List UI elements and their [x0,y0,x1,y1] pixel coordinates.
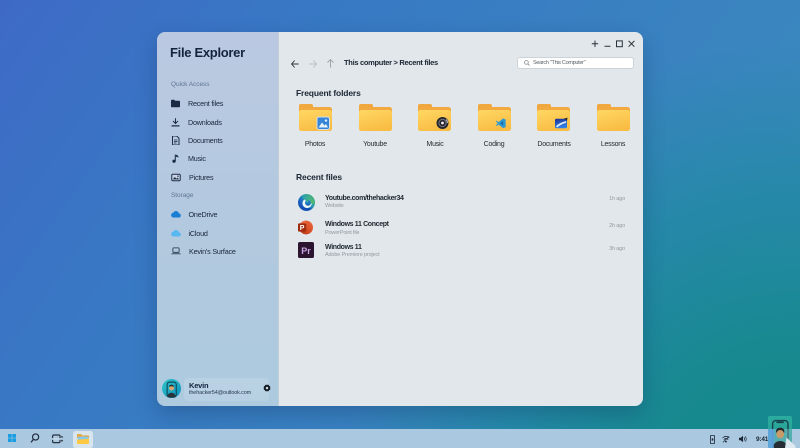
svg-text:P: P [300,225,305,232]
svg-text:Pr: Pr [301,246,311,256]
